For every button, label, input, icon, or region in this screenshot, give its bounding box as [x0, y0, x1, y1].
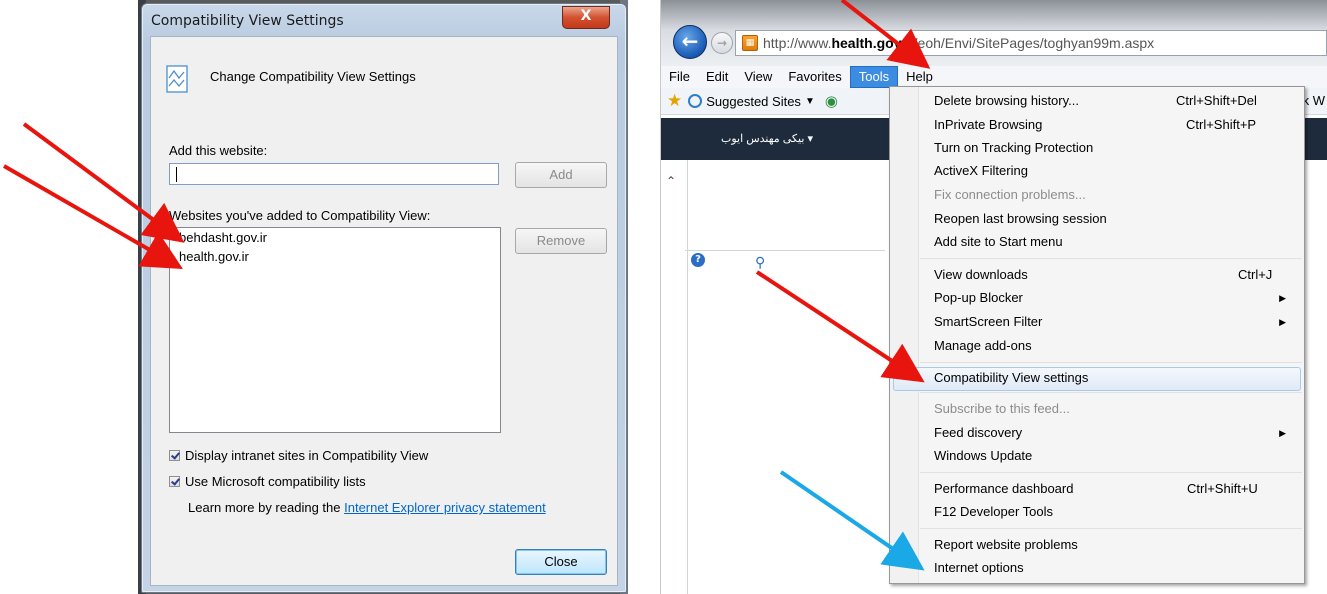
remove-button[interactable]: Remove	[515, 228, 607, 254]
compatibility-view-dialog: Compatibility View Settings X Change Com…	[141, 3, 627, 593]
menu-edit[interactable]: Edit	[698, 67, 736, 87]
tools-menu: Delete browsing history... Ctrl+Shift+De…	[889, 86, 1305, 584]
shortcut-inprivate: Ctrl+Shift+P	[1186, 117, 1257, 132]
help-icon[interactable]: ?	[691, 253, 705, 267]
learn-more-prefix: Learn more by reading the	[188, 500, 341, 515]
forward-button[interactable]: →	[711, 32, 733, 54]
menu-item-compatibility-view-settings[interactable]: Compatibility View settings	[934, 370, 1088, 385]
list-item[interactable]: behdasht.gov.ir	[170, 228, 500, 247]
close-button[interactable]: Close	[515, 549, 607, 575]
menu-separator	[920, 472, 1302, 473]
submenu-arrow-icon: ▶	[1279, 317, 1286, 327]
suggested-sites-link[interactable]: Suggested Sites	[706, 94, 801, 109]
search-icon[interactable]: ⚲	[755, 254, 765, 271]
learn-more-text: Learn more by reading the Internet Explo…	[188, 500, 546, 515]
dialog-close-button[interactable]: X	[562, 6, 610, 29]
menu-tools[interactable]: Tools	[849, 66, 899, 88]
menu-gutter	[890, 87, 919, 583]
shortcut-delete-history: Ctrl+Shift+Del	[1176, 93, 1257, 108]
page-row-divider	[685, 250, 885, 251]
submenu-arrow-icon: ▶	[1279, 293, 1286, 303]
ms-lists-checkbox-row[interactable]: Use Microsoft compatibility lists	[169, 472, 366, 490]
menu-item-manage-addons[interactable]: Manage add-ons	[934, 338, 1032, 353]
menu-item-inprivate[interactable]: InPrivate Browsing	[934, 117, 1042, 132]
menu-item-performance-dashboard[interactable]: Performance dashboard	[934, 481, 1073, 496]
dialog-client-area: Change Compatibility View Settings Add t…	[150, 36, 618, 586]
menu-separator	[920, 528, 1302, 529]
websites-list[interactable]: behdasht.gov.ir health.gov.ir	[169, 227, 501, 433]
menu-file[interactable]: File	[661, 67, 698, 87]
menu-item-add-start-menu[interactable]: Add site to Start menu	[934, 234, 1063, 249]
intranet-checkbox-label: Display intranet sites in Compatibility …	[185, 447, 429, 463]
menu-item-tracking-protection[interactable]: Turn on Tracking Protection	[934, 140, 1093, 155]
web-slice-icon[interactable]: ◉	[825, 92, 838, 110]
menu-item-f12-tools[interactable]: F12 Developer Tools	[934, 504, 1053, 519]
menu-view[interactable]: View	[736, 67, 780, 87]
ms-lists-checkbox[interactable]	[169, 475, 180, 487]
intranet-checkbox-row[interactable]: Display intranet sites in Compatibility …	[169, 446, 428, 464]
menu-item-activex-filtering[interactable]: ActiveX Filtering	[934, 163, 1028, 178]
dialog-header-text: Change Compatibility View Settings	[210, 69, 416, 84]
added-websites-label: Websites you've added to Compatibility V…	[169, 208, 431, 223]
menu-item-smartscreen[interactable]: SmartScreen Filter	[934, 314, 1042, 329]
privacy-statement-link[interactable]: Internet Explorer privacy statement	[344, 500, 546, 515]
menu-favorites[interactable]: Favorites	[780, 67, 849, 87]
site-favicon: ▦	[742, 35, 758, 51]
menu-bar: File Edit View Favorites Tools Help	[661, 66, 1327, 88]
menu-item-popup-blocker[interactable]: Pop-up Blocker	[934, 290, 1023, 305]
favorites-star-icon[interactable]: ★	[667, 91, 682, 111]
list-item[interactable]: health.gov.ir	[170, 247, 500, 266]
text-caret	[176, 167, 177, 182]
navigation-bar: ← → ▦ http://www.health.gov.ir/eoh/Envi/…	[661, 0, 1327, 66]
menu-item-view-downloads[interactable]: View downloads	[934, 267, 1028, 282]
add-website-input[interactable]	[169, 163, 499, 185]
compatibility-view-icon	[166, 65, 188, 93]
url-text: http://www.health.gov.ir/eoh/Envi/SitePa…	[763, 35, 1155, 51]
shortcut-view-downloads: Ctrl+J	[1238, 267, 1273, 282]
add-website-label: Add this website:	[169, 143, 268, 158]
add-button[interactable]: Add	[515, 162, 607, 188]
favorites-bar-overflow-text: k W	[1302, 93, 1325, 108]
menu-item-reopen-session[interactable]: Reopen last browsing session	[934, 211, 1107, 226]
menu-item-internet-options[interactable]: Internet options	[934, 560, 1024, 575]
menu-item-fix-connection: Fix connection problems...	[934, 187, 1086, 202]
shortcut-performance-dashboard: Ctrl+Shift+U	[1187, 481, 1258, 496]
dialog-title: Compatibility View Settings	[151, 13, 344, 29]
address-bar[interactable]: ▦ http://www.health.gov.ir/eoh/Envi/Site…	[735, 30, 1327, 56]
menu-item-subscribe-feed: Subscribe to this feed...	[934, 401, 1070, 416]
menu-item-feed-discovery[interactable]: Feed discovery	[934, 425, 1022, 440]
intranet-checkbox[interactable]	[169, 449, 180, 461]
menu-separator	[920, 258, 1302, 259]
back-button[interactable]: ←	[673, 25, 707, 59]
submenu-arrow-icon: ▶	[1279, 428, 1286, 438]
ms-lists-checkbox-label: Use Microsoft compatibility lists	[185, 473, 366, 489]
chevron-down-icon[interactable]: ▼	[805, 96, 815, 107]
menu-separator	[920, 362, 1302, 363]
menu-separator	[920, 392, 1302, 393]
menu-item-delete-history[interactable]: Delete browsing history...	[934, 93, 1079, 108]
menu-help[interactable]: Help	[898, 67, 941, 87]
site-user-menu[interactable]: بیکی مهندس ایوب ▾	[721, 132, 813, 145]
page-column-divider	[687, 160, 688, 594]
ie-page-icon	[688, 94, 703, 108]
menu-item-report-problems[interactable]: Report website problems	[934, 537, 1078, 552]
collapse-up-icon[interactable]: ⌃	[666, 174, 678, 188]
menu-item-windows-update[interactable]: Windows Update	[934, 448, 1032, 463]
